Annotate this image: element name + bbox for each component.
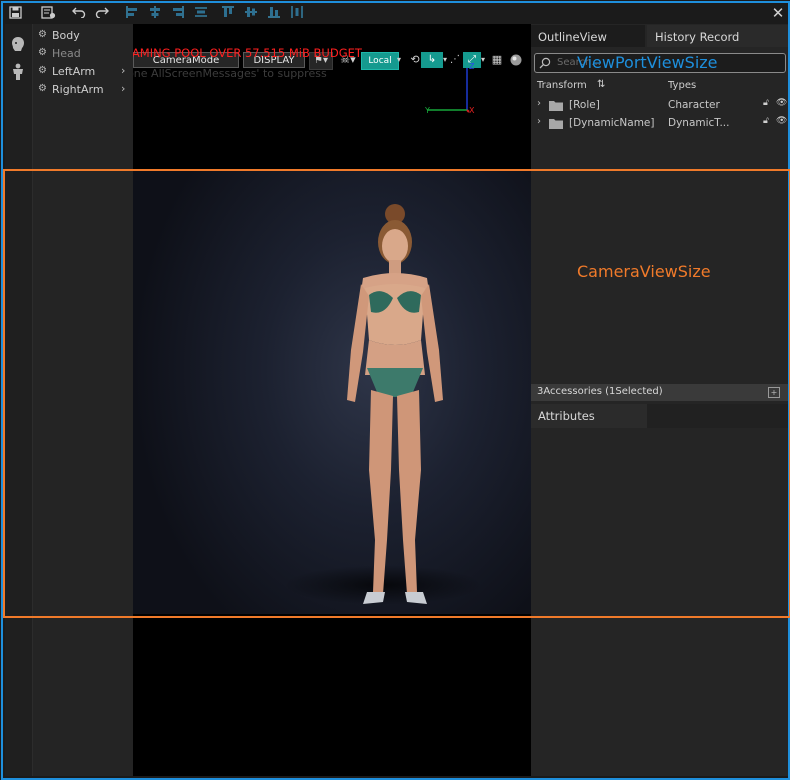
viewport-size-label: ViewPortViewSize xyxy=(577,53,718,72)
camera-size-label: CameraViewSize xyxy=(577,262,711,281)
camera-size-overlay xyxy=(3,169,790,618)
